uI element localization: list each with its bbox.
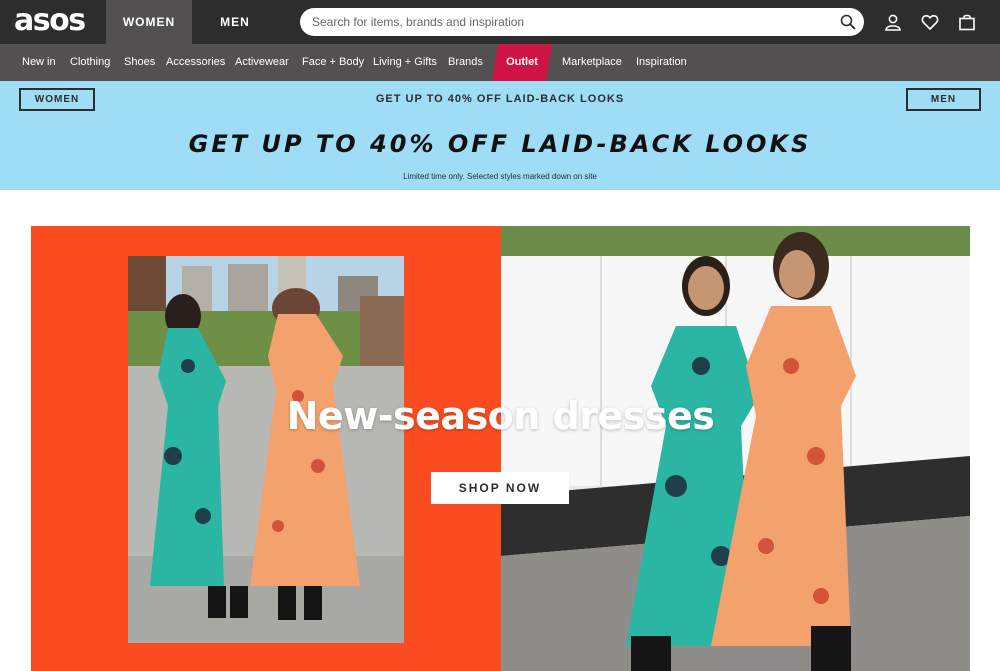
search-bar: [300, 8, 864, 36]
banner-subtitle: Limited time only. Selected styles marke…: [403, 172, 597, 181]
tab-men[interactable]: MEN: [192, 0, 278, 44]
search-icon[interactable]: [840, 14, 856, 30]
search-input[interactable]: [312, 8, 832, 36]
nav-item-activewear[interactable]: Activewear: [235, 44, 289, 81]
hero-orange-panel: [31, 226, 501, 671]
shop-now-button[interactable]: SHOP NOW: [431, 472, 569, 504]
nav-item-brands[interactable]: Brands: [448, 44, 483, 81]
nav-item-face-body[interactable]: Face + Body: [302, 44, 364, 81]
sale-banner[interactable]: GET UP TO 40% OFF LAID-BACK LOOKS Limite…: [0, 118, 1000, 190]
promo-men-button[interactable]: MEN: [906, 88, 981, 111]
hero-title: New-season dresses: [286, 394, 715, 438]
nav-item-living-gifts[interactable]: Living + Gifts: [373, 44, 437, 81]
nav-item-marketplace[interactable]: Marketplace: [562, 44, 622, 81]
hero-photo-street: [128, 256, 404, 643]
promo-strip: GET UP TO 40% OFF LAID-BACK LOOKS WOMEN …: [0, 81, 1000, 118]
models-image: [501, 226, 970, 671]
nav-item-accessories[interactable]: Accessories: [166, 44, 225, 81]
promo-women-button[interactable]: WOMEN: [19, 88, 95, 111]
heart-icon[interactable]: [921, 13, 939, 31]
category-nav: New in Clothing Shoes Accessories Active…: [0, 44, 1000, 81]
nav-item-new-in[interactable]: New in: [22, 44, 56, 81]
nav-item-clothing[interactable]: Clothing: [70, 44, 110, 81]
hero-photo-models: [501, 226, 970, 671]
nav-item-inspiration[interactable]: Inspiration: [636, 44, 687, 81]
banner-title: GET UP TO 40% OFF LAID-BACK LOOKS: [188, 130, 812, 158]
tab-women[interactable]: WOMEN: [106, 0, 192, 44]
hero-banner[interactable]: New-season dresses SHOP NOW: [31, 226, 970, 671]
street-scene-image: [128, 256, 404, 643]
top-bar: asos WOMEN MEN: [0, 0, 1000, 44]
account-icon[interactable]: [884, 13, 902, 31]
bag-icon[interactable]: [958, 13, 976, 31]
asos-logo[interactable]: asos: [14, 5, 86, 37]
nav-item-shoes[interactable]: Shoes: [124, 44, 155, 81]
nav-item-outlet[interactable]: Outlet: [492, 44, 552, 81]
promo-message[interactable]: GET UP TO 40% OFF LAID-BACK LOOKS: [0, 81, 1000, 118]
